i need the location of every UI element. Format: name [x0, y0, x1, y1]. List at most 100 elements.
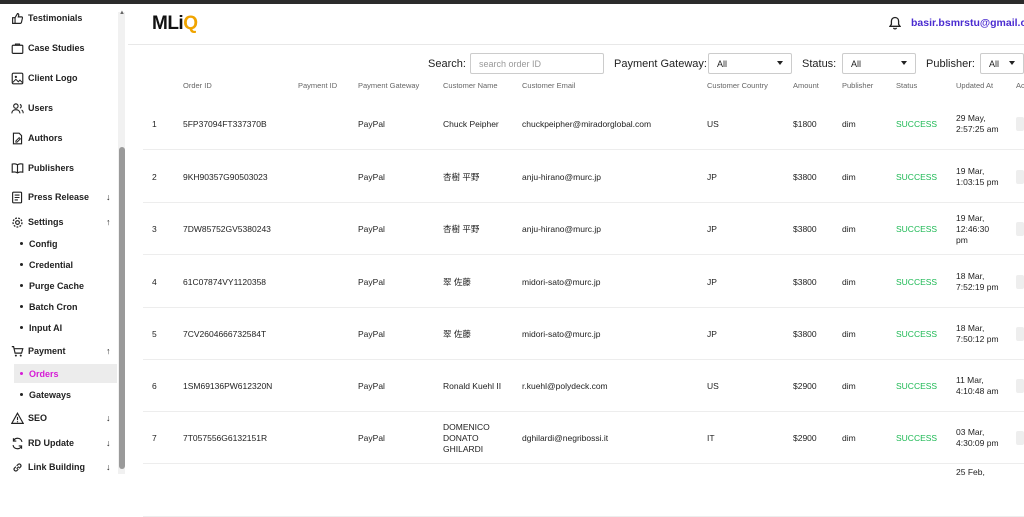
sidebar-item-settings[interactable]: Settings ↑ [10, 212, 111, 232]
sidebar-item-press-release[interactable]: Press Release ↓ [10, 187, 111, 207]
sidebar-item-testimonials[interactable]: Testimonials [10, 8, 82, 28]
row-action-button[interactable] [1016, 275, 1024, 289]
cell-amount: $2900 [793, 381, 817, 391]
gateway-select[interactable]: All [708, 53, 792, 74]
cell-gateway: PayPal [358, 329, 385, 339]
table-row[interactable]: 1 5FP37094FT337370B PayPal Chuck Peipher chu… [143, 98, 1024, 150]
cell-index: 1 [152, 119, 157, 129]
row-action-button[interactable] [1016, 379, 1024, 393]
column-header[interactable]: Payment ID [298, 81, 337, 90]
bell-icon[interactable] [888, 16, 902, 35]
sidebar-subitem-config[interactable]: Config [14, 234, 117, 253]
bullet-icon [20, 242, 23, 245]
column-header[interactable]: Ac [1016, 81, 1024, 90]
sidebar-subitem-gateways[interactable]: Gateways [14, 385, 117, 404]
table-row[interactable]: 4 61C07874VY1120358 PayPal 翠 佐藤 midori-sato@… [143, 256, 1024, 308]
cell-gateway: PayPal [358, 381, 385, 391]
cell-updated-at: 25 Feb, [956, 467, 985, 477]
app-logo[interactable]: MLiQ [152, 13, 198, 35]
row-action-button[interactable] [1016, 170, 1024, 184]
cell-customer-email: anju-hirano@murc.jp [522, 172, 602, 182]
cell-updated-at: 03 Mar, 4:30:09 pm [956, 427, 999, 448]
sidebar-subitem-credential[interactable]: Credential [14, 255, 117, 274]
thumbs-up-icon [10, 11, 24, 25]
cell-order-id: 1SM69136PW612320N [183, 381, 273, 391]
arrow-down-icon[interactable]: ↓ [106, 192, 111, 202]
cell-amount: $3800 [793, 172, 817, 182]
cell-country: IT [707, 433, 715, 443]
bullet-icon [20, 393, 23, 396]
publisher-select-value: All [989, 59, 1000, 69]
column-header[interactable]: Customer Name [443, 81, 498, 90]
column-header[interactable]: Order ID [183, 81, 212, 90]
cell-customer-name: Chuck Peipher [443, 119, 499, 129]
status-select[interactable]: All [842, 53, 916, 74]
column-header[interactable]: Payment Gateway [358, 81, 419, 90]
cell-updated-at: 18 Mar, 7:50:12 pm [956, 323, 999, 344]
cell-customer-email: midori-sato@murc.jp [522, 329, 601, 339]
column-header[interactable]: Updated At [956, 81, 993, 90]
column-header[interactable]: Customer Email [522, 81, 575, 90]
arrow-up-icon[interactable]: ↑ [106, 346, 111, 356]
logo-accent: Q [183, 13, 198, 34]
cell-gateway: PayPal [358, 433, 385, 443]
sidebar-item-publishers[interactable]: Publishers [10, 158, 74, 178]
publisher-select[interactable]: All [980, 53, 1024, 74]
cell-status: SUCCESS [896, 329, 938, 339]
column-header[interactable]: Publisher [842, 81, 873, 90]
table-row[interactable]: 5 7CV2604666732584T PayPal 翠 佐藤 midori-sato@… [143, 308, 1024, 360]
users-icon [10, 101, 24, 115]
column-header[interactable]: Status [896, 81, 917, 90]
sidebar-scrollbar-thumb[interactable] [119, 147, 125, 469]
sidebar-subitem-orders[interactable]: Orders [14, 364, 117, 383]
arrow-down-icon[interactable]: ↓ [106, 438, 111, 448]
sidebar-item-seo[interactable]: SEO ↓ [10, 408, 111, 428]
sidebar-item-label: Press Release [28, 192, 90, 202]
cell-customer-name: Ronald Kuehl II [443, 381, 502, 391]
cell-updated-at: 29 May, 2:57:25 am [956, 113, 999, 134]
table-row[interactable]: 2 9KH90357G90503023 PayPal 杏樹 平野 anju-hirano… [143, 151, 1024, 203]
table-row[interactable]: 3 7DW85752GV5380243 PayPal 杏樹 平野 anju-hirano… [143, 203, 1024, 255]
sidebar-item-authors[interactable]: Authors [10, 128, 63, 148]
sidebar-item-payment[interactable]: Payment ↑ [10, 341, 111, 361]
sidebar-item-label: Testimonials [28, 13, 83, 23]
row-action-button[interactable] [1016, 117, 1024, 131]
window-top-edge [0, 0, 1024, 4]
sidebar-subitem-purge-cache[interactable]: Purge Cache [14, 276, 117, 295]
sidebar-item-client-logo[interactable]: Client Logo [10, 68, 78, 88]
sidebar-item-rd-update[interactable]: RD Update ↓ [10, 433, 111, 453]
row-action-button[interactable] [1016, 222, 1024, 236]
table-row[interactable]: 25 Feb, [143, 465, 1024, 517]
row-action-button[interactable] [1016, 431, 1024, 445]
header-divider [128, 44, 1024, 45]
sidebar-subitem-label: Input AI [29, 322, 63, 333]
cart-icon [10, 344, 24, 358]
table-row[interactable]: 6 1SM69136PW612320N PayPal Ronald Kuehl II r… [143, 360, 1024, 412]
cell-gateway: PayPal [358, 277, 385, 287]
sidebar-subitem-batch-cron[interactable]: Batch Cron [14, 297, 117, 316]
cell-amount: $3800 [793, 329, 817, 339]
cell-order-id: 7T057556G6132151R [183, 433, 268, 443]
arrow-down-icon[interactable]: ↓ [106, 462, 111, 472]
user-email[interactable]: basir.bsmrstu@gmail.co [911, 17, 1024, 29]
search-input[interactable]: search order ID [470, 53, 604, 74]
column-header[interactable]: Customer Country [707, 81, 768, 90]
sidebar-subitem-label: Credential [29, 259, 74, 270]
cell-updated-at: 19 Mar, 12:46:30 pm [956, 213, 990, 245]
arrow-down-icon[interactable]: ↓ [106, 413, 111, 423]
sidebar-subitem-input-ai[interactable]: Input AI [14, 318, 117, 337]
sidebar-item-label: Link Building [28, 462, 85, 472]
row-action-button[interactable] [1016, 327, 1024, 341]
column-header[interactable]: Amount [793, 81, 819, 90]
cell-country: JP [707, 224, 717, 234]
sidebar-item-link-building[interactable]: Link Building ↓ [10, 457, 111, 477]
image-icon [10, 71, 24, 85]
sidebar-item-users[interactable]: Users [10, 98, 53, 118]
scroll-up-icon[interactable]: ▲ [119, 10, 125, 16]
chevron-down-icon [777, 61, 783, 65]
sidebar-item-label: SEO [28, 413, 48, 423]
briefcase-icon [10, 41, 24, 55]
arrow-up-icon[interactable]: ↑ [106, 217, 111, 227]
table-row[interactable]: 7 7T057556G6132151R PayPal DOMENICO DONATO … [143, 412, 1024, 464]
sidebar-item-case-studies[interactable]: Case Studies [10, 38, 85, 58]
